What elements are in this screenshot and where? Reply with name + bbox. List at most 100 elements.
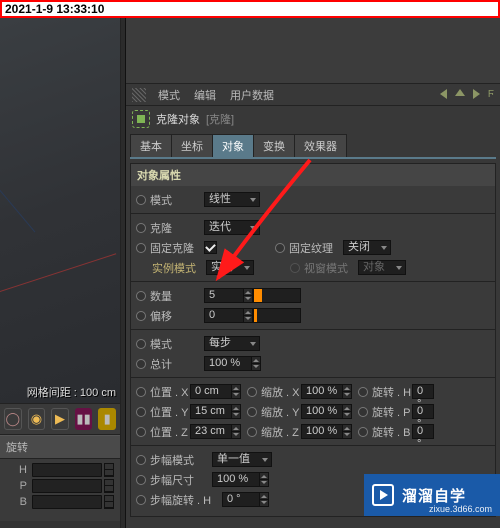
anim-dot-icon[interactable] [136, 339, 146, 349]
rotate-header[interactable]: 旋转 [0, 436, 120, 459]
coord-input[interactable] [32, 479, 102, 493]
stepmode-dropdown[interactable]: 单一值 [212, 452, 272, 467]
posx-input[interactable]: 0 cm [190, 384, 232, 399]
stepsize-input[interactable]: 100 % [212, 472, 260, 487]
fixedtex-dropdown[interactable]: 关闭 [343, 240, 391, 255]
spinner[interactable] [252, 356, 261, 371]
anim-dot-icon[interactable] [358, 427, 368, 437]
tab-transform[interactable]: 变换 [253, 134, 295, 157]
object-name: 克隆对象 [156, 111, 200, 127]
spinner[interactable] [104, 479, 114, 493]
total-input[interactable]: 100 % [204, 356, 252, 371]
clip-icon[interactable]: ▮▮ [75, 408, 93, 430]
tab-basic[interactable]: 基本 [130, 134, 172, 157]
3d-viewport[interactable]: 网格间距 : 100 cm [0, 18, 120, 403]
menu-edit[interactable]: 编辑 [188, 85, 222, 105]
tab-coord[interactable]: 坐标 [171, 134, 213, 157]
spinner[interactable] [343, 424, 352, 439]
menu-userdata[interactable]: 用户数据 [224, 85, 280, 105]
nav-up-icon[interactable] [455, 89, 465, 96]
spinner[interactable] [260, 492, 269, 507]
anim-dot-icon[interactable] [358, 407, 368, 417]
anim-dot-icon[interactable] [136, 407, 146, 417]
viewmode-dropdown[interactable]: 对象 [358, 260, 406, 275]
instmode-dropdown[interactable]: 实例 [206, 260, 254, 275]
offset-input[interactable]: 0 [204, 308, 244, 323]
keyframe-icon[interactable]: ◯ [4, 408, 22, 430]
anim-dot-icon[interactable] [136, 495, 146, 505]
label-posy: 位置 . Y [150, 404, 190, 420]
watermark-url: zixue.3d66.com [429, 504, 492, 514]
label-posz: 位置 . Z [150, 424, 190, 440]
row-pos-y: 位置 . Y 15 cm 缩放 . Y 100 % 旋转 . P 0 ° [134, 402, 492, 421]
spinner[interactable] [232, 404, 241, 419]
anim-dot-icon[interactable] [247, 387, 257, 397]
tab-effector[interactable]: 效果器 [294, 134, 347, 157]
posz-input[interactable]: 23 cm [190, 424, 232, 439]
spinner[interactable] [244, 288, 253, 303]
function-icon[interactable]: Ϝ [488, 89, 494, 100]
row-pos-z: 位置 . Z 23 cm 缩放 . Z 100 % 旋转 . B 0 ° [134, 422, 492, 441]
spinner[interactable] [232, 384, 241, 399]
scalex-input[interactable]: 100 % [301, 384, 343, 399]
anim-dot-icon[interactable] [136, 195, 146, 205]
spinner[interactable] [260, 472, 269, 487]
mode-dropdown[interactable]: 线性 [204, 192, 260, 207]
spinner[interactable] [104, 495, 114, 509]
steprot-input[interactable]: 0 ° [222, 492, 260, 507]
nav-next-icon[interactable] [473, 89, 480, 99]
anim-dot-icon[interactable] [136, 291, 146, 301]
tab-object[interactable]: 对象 [212, 134, 254, 157]
row-total: 总计 100 % [134, 354, 492, 373]
anim-dot-icon[interactable] [275, 243, 285, 253]
clone-dropdown[interactable]: 迭代 [204, 220, 260, 235]
fixedclone-checkbox[interactable] [204, 241, 217, 254]
rotb-input[interactable]: 0 ° [412, 424, 434, 439]
object-type: [克隆] [206, 111, 234, 127]
menu-mode[interactable]: 模式 [152, 85, 186, 105]
permode-dropdown[interactable]: 每步 [204, 336, 260, 351]
spinner[interactable] [232, 424, 241, 439]
anim-dot-icon[interactable] [247, 407, 257, 417]
grid-spacing-label: 网格间距 : 100 cm [27, 384, 116, 400]
roth-input[interactable]: 0 ° [412, 384, 434, 399]
anim-dot-icon[interactable] [358, 387, 368, 397]
spinner[interactable] [343, 404, 352, 419]
offset-selection-bar[interactable] [253, 308, 301, 323]
anim-dot-icon[interactable] [136, 359, 146, 369]
record-icon[interactable]: ◉ [28, 408, 46, 430]
coord-row-p: P [6, 479, 114, 493]
anim-dot-icon[interactable] [136, 243, 146, 253]
spinner[interactable] [104, 463, 114, 477]
object-title-row: 克隆对象 [克隆] [126, 106, 500, 132]
anim-dot-icon[interactable] [136, 455, 146, 465]
coord-row-h: H [6, 463, 114, 477]
autokey-icon[interactable]: ▶ [51, 408, 69, 430]
watermark-badge: 溜溜自学 zixue.3d66.com [364, 474, 500, 516]
spinner[interactable] [244, 308, 253, 323]
label-rotb: 旋转 . B [372, 424, 412, 440]
anim-dot-icon[interactable] [136, 387, 146, 397]
nav-prev-icon[interactable] [440, 89, 447, 99]
clip-icon[interactable]: ▮ [98, 408, 116, 430]
anim-dot-icon[interactable] [290, 263, 300, 273]
scaley-input[interactable]: 100 % [301, 404, 343, 419]
row-instmode: 实例模式 实例 视窗模式 对象 [134, 258, 492, 277]
coord-input[interactable] [32, 463, 102, 477]
rotp-input[interactable]: 0 ° [412, 404, 434, 419]
spinner[interactable] [343, 384, 352, 399]
anim-dot-icon[interactable] [136, 223, 146, 233]
count-input[interactable]: 5 [204, 288, 244, 303]
posy-input[interactable]: 15 cm [190, 404, 232, 419]
anim-dot-icon[interactable] [136, 427, 146, 437]
coord-input[interactable] [32, 495, 102, 509]
grip-icon[interactable] [132, 88, 146, 102]
anim-dot-icon[interactable] [247, 427, 257, 437]
label-steprot: 步幅旋转 . H [150, 492, 222, 508]
label-permode: 模式 [150, 336, 204, 352]
anim-dot-icon[interactable] [136, 475, 146, 485]
scalez-input[interactable]: 100 % [301, 424, 343, 439]
anim-dot-icon[interactable] [136, 311, 146, 321]
count-selection-bar[interactable] [253, 288, 301, 303]
label-mode: 模式 [150, 192, 204, 208]
